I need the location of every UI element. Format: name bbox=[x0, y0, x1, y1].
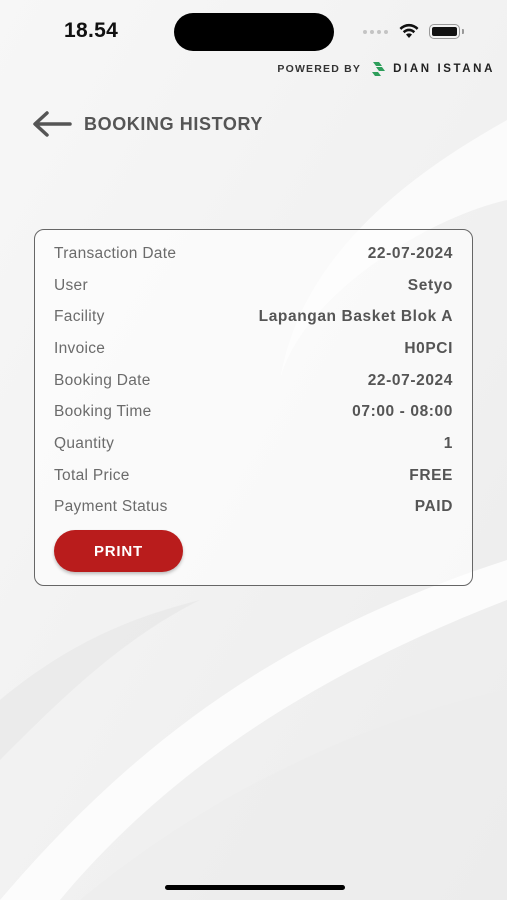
back-button[interactable] bbox=[32, 104, 72, 144]
detail-value: 1 bbox=[443, 434, 453, 452]
detail-label: Booking Date bbox=[54, 371, 151, 389]
detail-row: Facility Lapangan Basket Blok A bbox=[54, 301, 453, 333]
detail-row: Quantity 1 bbox=[54, 428, 453, 460]
signal-icon bbox=[363, 30, 388, 34]
brand: DIAN ISTANA bbox=[370, 60, 495, 78]
detail-label: Total Price bbox=[54, 466, 130, 484]
detail-label: Payment Status bbox=[54, 498, 168, 516]
detail-label: User bbox=[54, 276, 88, 294]
detail-value: 22-07-2024 bbox=[367, 244, 453, 262]
detail-value: PAID bbox=[414, 498, 453, 516]
detail-value: Lapangan Basket Blok A bbox=[258, 308, 453, 326]
status-bar: 18.54 bbox=[0, 0, 507, 62]
detail-row: Booking Time 07:00 - 08:00 bbox=[54, 396, 453, 428]
detail-label: Quantity bbox=[54, 434, 115, 452]
detail-label: Transaction Date bbox=[54, 244, 177, 262]
page-header: BOOKING HISTORY bbox=[32, 104, 263, 144]
detail-value: H0PCI bbox=[404, 339, 453, 357]
detail-value: Setyo bbox=[407, 276, 453, 294]
battery-icon bbox=[429, 24, 460, 39]
status-time: 18.54 bbox=[64, 19, 119, 42]
detail-value: FREE bbox=[409, 466, 453, 484]
back-arrow-icon bbox=[33, 111, 72, 137]
detail-label: Facility bbox=[54, 308, 105, 326]
brand-logo-icon bbox=[372, 62, 386, 76]
home-indicator bbox=[165, 885, 345, 890]
booking-card: Transaction Date 22-07-2024 User Setyo Facil… bbox=[34, 229, 473, 586]
booking-details: Transaction Date 22-07-2024 User Setyo Facil… bbox=[54, 238, 453, 523]
battery-tip bbox=[462, 29, 464, 34]
detail-row: Invoice H0PCI bbox=[54, 333, 453, 365]
print-button[interactable]: PRINT bbox=[54, 530, 183, 572]
detail-row: User Setyo bbox=[54, 270, 453, 302]
wifi-icon bbox=[399, 23, 419, 38]
detail-row: Booking Date 22-07-2024 bbox=[54, 365, 453, 397]
detail-value: 07:00 - 08:00 bbox=[352, 403, 453, 421]
detail-row: Total Price FREE bbox=[54, 460, 453, 492]
detail-value: 22-07-2024 bbox=[367, 371, 453, 389]
detail-row: Transaction Date 22-07-2024 bbox=[54, 238, 453, 270]
detail-label: Invoice bbox=[54, 339, 106, 357]
dynamic-island bbox=[174, 13, 334, 51]
brand-name: DIAN ISTANA bbox=[393, 63, 495, 75]
page-title: BOOKING HISTORY bbox=[84, 113, 264, 134]
detail-label: Booking Time bbox=[54, 403, 152, 421]
powered-by: POWERED BY DIAN ISTANA bbox=[277, 60, 495, 78]
powered-by-label: POWERED BY bbox=[277, 63, 362, 75]
detail-row: Payment Status PAID bbox=[54, 492, 453, 524]
